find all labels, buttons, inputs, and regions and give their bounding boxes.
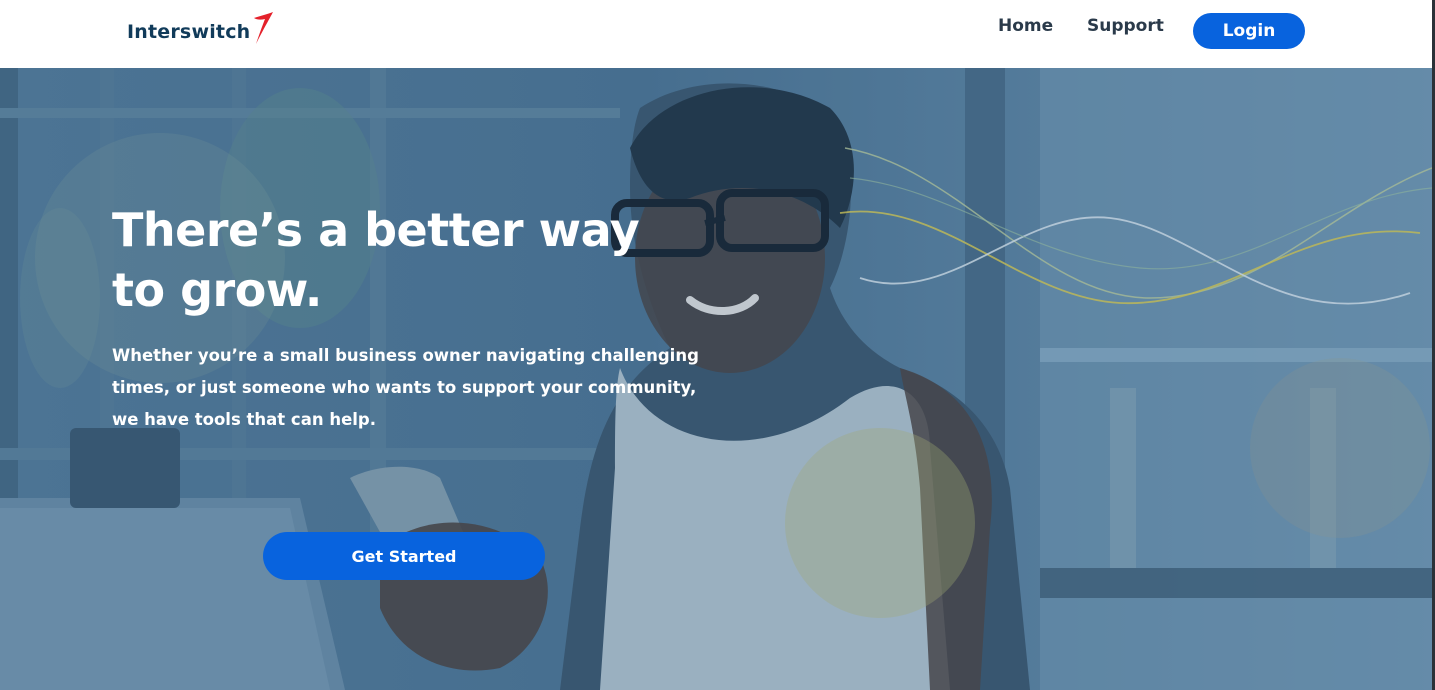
logo-swoosh-icon [254, 12, 274, 44]
logo-wordmark: Interswitch [127, 21, 251, 43]
hero-subtitle: Whether you’re a small business owner na… [112, 346, 699, 429]
hero-section: There’s a better way to grow. Whether yo… [0, 68, 1432, 690]
get-started-button[interactable]: Get Started [263, 532, 545, 580]
nav-home-link[interactable]: Home [998, 16, 1053, 36]
nav-support-link[interactable]: Support [1087, 16, 1164, 36]
hero-title: There’s a better way to grow. [112, 203, 640, 317]
interswitch-logo[interactable]: Interswitch [127, 10, 276, 50]
login-button[interactable]: Login [1193, 13, 1305, 49]
site-header: Interswitch Home Support Login [0, 0, 1435, 68]
